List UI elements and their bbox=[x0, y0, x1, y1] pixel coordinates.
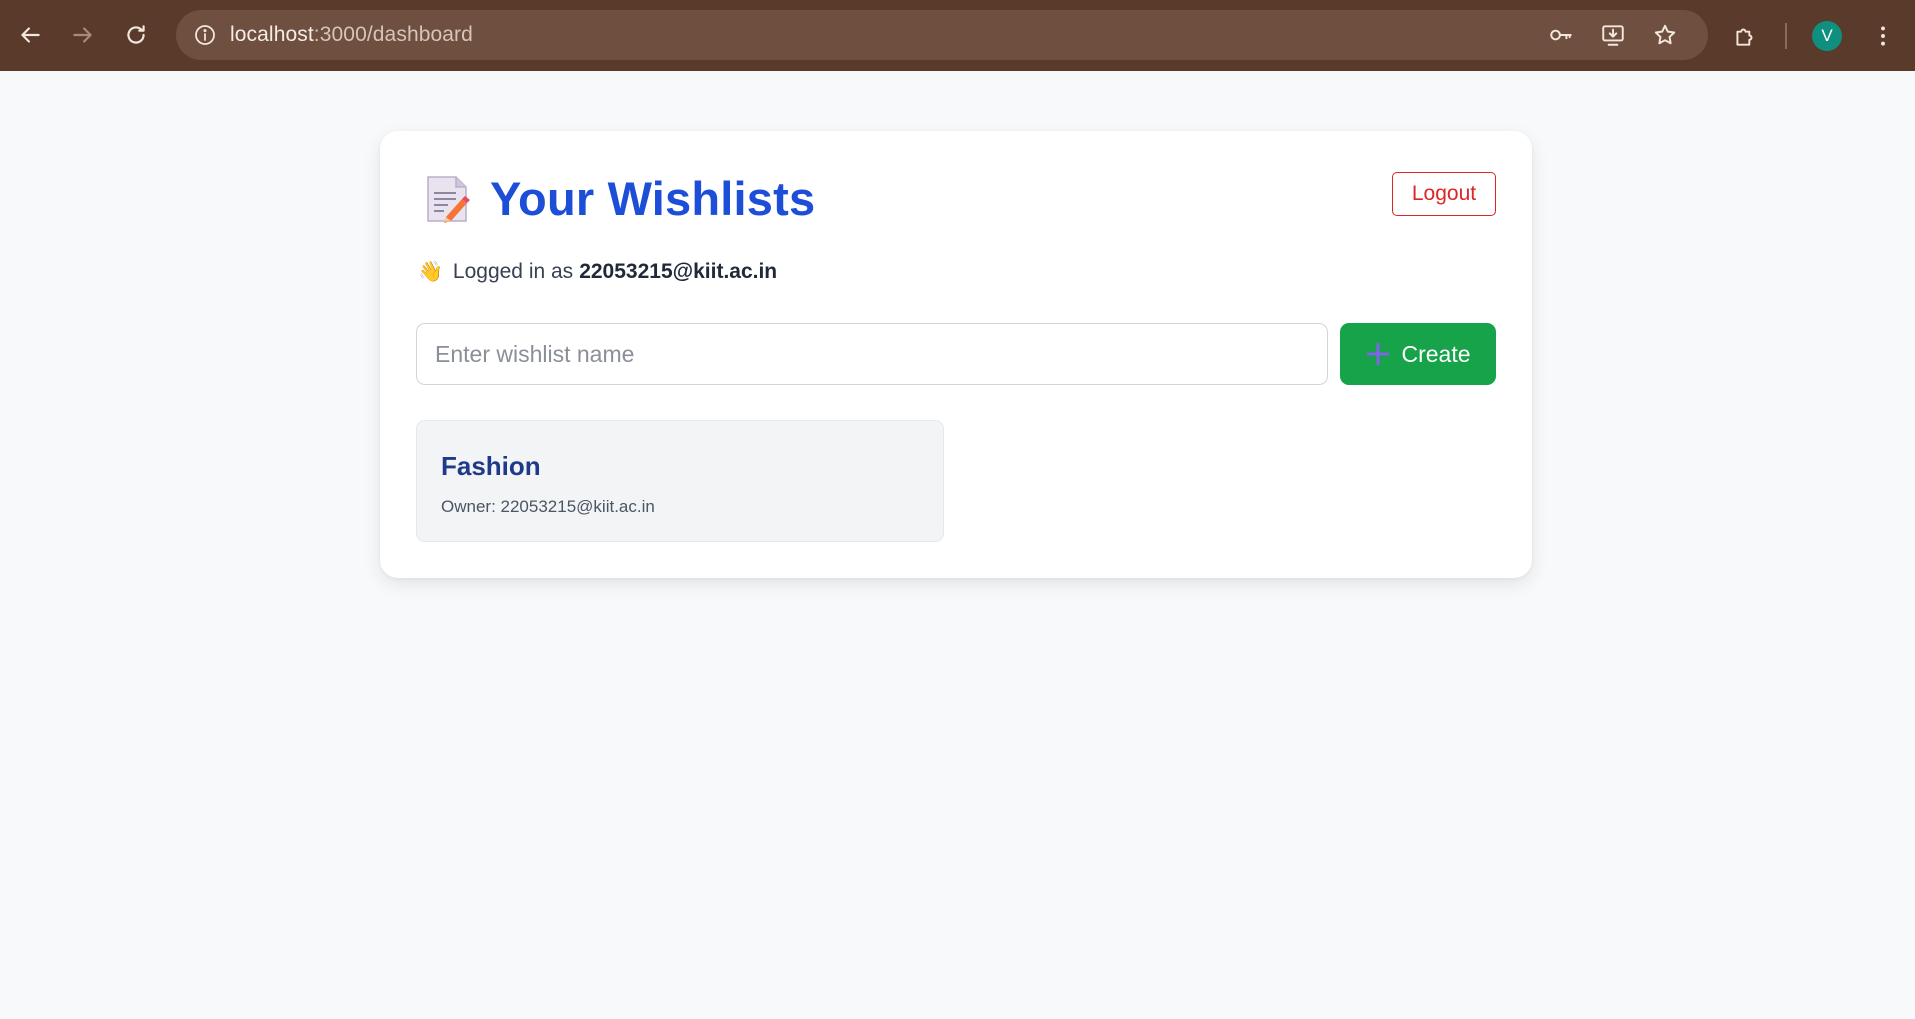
memo-icon bbox=[427, 175, 470, 223]
address-url[interactable]: localhost:3000/dashboard bbox=[230, 23, 473, 47]
arrow-right-icon bbox=[73, 27, 92, 43]
wishlist-name-input[interactable] bbox=[416, 323, 1328, 385]
create-button-label: Create bbox=[1401, 340, 1471, 367]
wave-icon: 👋 bbox=[418, 261, 443, 283]
wishlist-dashboard-card: Your Wishlists Logout 👋 Logged in as 220… bbox=[380, 131, 1532, 578]
wishlist-card[interactable]: Fashion Owner: 22053215@kiit.ac.in bbox=[416, 420, 944, 542]
url-path: :3000/dashboard bbox=[313, 23, 473, 46]
plus-icon bbox=[1367, 342, 1390, 366]
user-email: 22053215@kiit.ac.in bbox=[579, 259, 778, 283]
wishlist-name[interactable]: Fashion bbox=[441, 451, 541, 482]
extensions-puzzle-icon[interactable] bbox=[1725, 16, 1765, 56]
address-bar[interactable]: localhost:3000/dashboard bbox=[176, 10, 1708, 60]
page-title: Your Wishlists bbox=[490, 172, 816, 225]
site-info-icon[interactable] bbox=[180, 10, 230, 60]
bookmark-star-icon[interactable] bbox=[1646, 16, 1684, 54]
more-menu-icon[interactable] bbox=[1863, 16, 1903, 56]
forward-button[interactable] bbox=[63, 15, 103, 55]
install-app-icon[interactable] bbox=[1594, 16, 1632, 54]
password-key-icon[interactable] bbox=[1542, 16, 1580, 54]
reload-button[interactable] bbox=[116, 15, 156, 55]
url-host: localhost bbox=[230, 23, 314, 46]
arrow-left-icon bbox=[21, 27, 40, 43]
page-header: Your Wishlists bbox=[424, 171, 815, 226]
logged-in-prefix: Logged in as bbox=[452, 259, 574, 283]
avatar: V bbox=[1812, 20, 1842, 51]
reload-icon bbox=[127, 25, 145, 44]
profile-button[interactable]: V bbox=[1807, 16, 1847, 56]
browser-toolbar: localhost:3000/dashboard V bbox=[0, 0, 1915, 71]
create-button[interactable]: Create bbox=[1340, 323, 1496, 385]
wishlist-owner: Owner: 22053215@kiit.ac.in bbox=[441, 497, 655, 516]
back-button[interactable] bbox=[10, 15, 50, 55]
login-status: 👋 Logged in as 22053215@kiit.ac.in bbox=[418, 259, 777, 284]
toolbar-separator bbox=[1785, 22, 1787, 49]
logout-button[interactable]: Logout bbox=[1392, 172, 1496, 216]
